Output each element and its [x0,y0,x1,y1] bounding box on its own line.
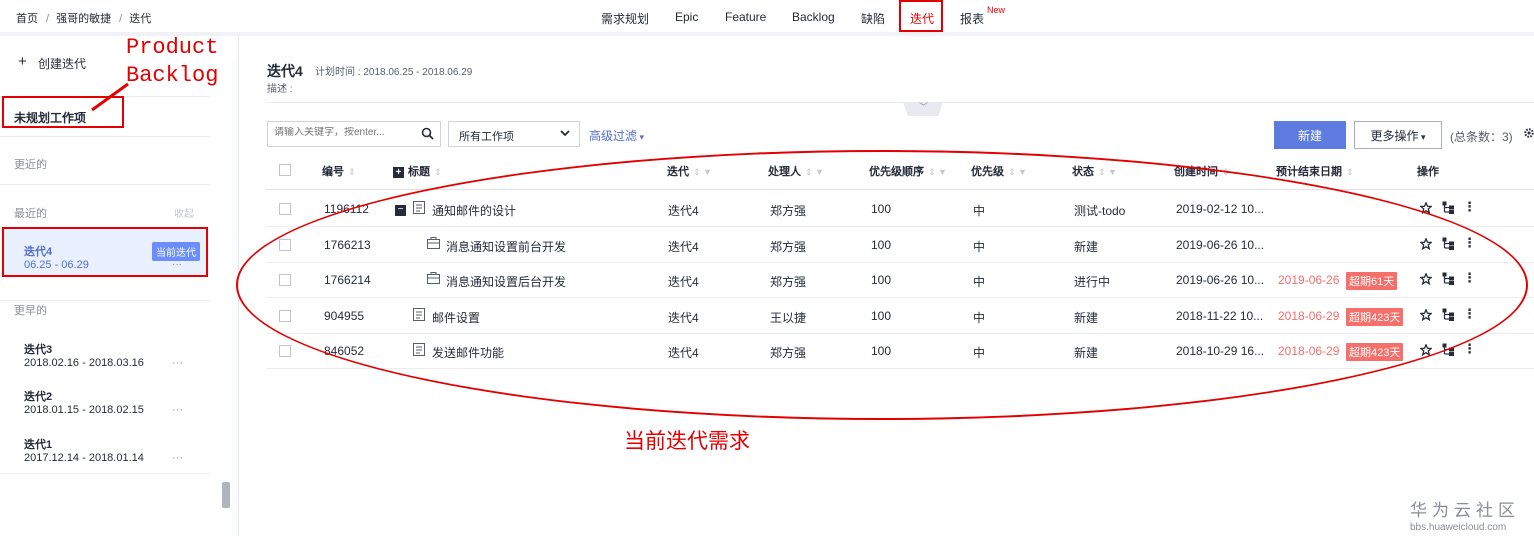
nav-item-defects[interactable]: 缺陷 [861,10,885,27]
breadcrumb: 首页 / 强哥的敏捷 / 迭代 [16,10,155,26]
caret-down-icon: ▾ [637,132,645,142]
iteration-3-name[interactable]: 迭代3 [24,341,52,357]
more-actions-button[interactable]: 更多操作 ▾ [1354,121,1442,149]
more-actions-label: 更多操作 [1370,128,1419,143]
iteration-1-range: 2017.12.14 - 2018.01.14 [24,452,144,464]
more-vertical-icon[interactable]: ⋮ [1463,199,1476,215]
nav-item-epic[interactable]: Epic [675,10,698,24]
more-icon[interactable]: ··· [172,357,183,369]
advanced-filter-label: 高级过滤 [589,129,638,143]
column-header-id[interactable]: 编号 ⇕ [322,163,356,179]
nav-item-feature[interactable]: Feature [725,10,766,24]
column-header-actions: 操作 [1417,166,1439,178]
nav-item-planning[interactable]: 需求规划 [601,10,649,27]
divider [0,184,210,185]
annotation-ellipse [236,150,1528,420]
iteration-3-range: 2018.02.16 - 2018.03.16 [24,357,144,369]
breadcrumb-home[interactable]: 首页 [16,13,38,25]
divider [0,473,210,474]
top-navigation: 首页 / 强哥的敏捷 / 迭代 需求规划 Epic Feature Backlog … [0,0,1534,32]
iteration-1-name[interactable]: 迭代1 [24,436,52,452]
watermark-title: 华为云社区 [1410,501,1520,520]
annotation-line: Backlog [126,63,219,88]
latest-section-label: 最近的 [14,208,47,220]
nav-item-reports[interactable]: 报表 [960,10,984,27]
search-input[interactable] [274,127,404,138]
search-box [267,121,441,147]
sort-icon[interactable]: ⇕ [1346,167,1354,177]
total-count: (总条数：3) [1450,130,1513,144]
work-item-type-select[interactable]: 所有工作项 [448,121,580,147]
breadcrumb-current: 迭代 [129,13,152,25]
column-label: 编号 [322,166,344,178]
more-icon[interactable]: ··· [172,404,183,416]
breadcrumb-project[interactable]: 强哥的敏捷 [56,13,111,25]
sort-icon[interactable]: ⇕ [434,167,442,177]
iteration-2-range: 2018.01.15 - 2018.02.15 [24,404,144,416]
plus-icon[interactable]: + [18,53,27,70]
expand-all-icon[interactable]: + [393,167,404,178]
iteration-description: 描述 : [267,84,293,95]
column-header-due-date[interactable]: 预计结束日期 ⇕ [1276,163,1354,179]
new-button[interactable]: 新建 [1274,121,1346,149]
current-iteration-badge: 当前迭代 [152,242,200,261]
nav-item-backlog[interactable]: Backlog [792,10,835,24]
new-badge: New [987,5,1006,15]
sort-icon[interactable]: ⇕ [348,167,356,177]
current-iteration-name: 迭代4 [24,246,53,258]
row-checkbox[interactable] [279,203,291,215]
chevron-down-icon [560,130,570,137]
divider [0,136,210,137]
annotation-arrow-icon [91,82,129,112]
breadcrumb-separator: / [119,13,123,25]
search-icon[interactable] [421,127,434,140]
product-backlog-annotation: Product Backlog [126,34,218,90]
iteration-2-name[interactable]: 迭代2 [24,388,52,404]
more-vertical-icon[interactable]: ⋮ [1463,341,1476,357]
earlier-section-label: 更早的 [14,305,47,317]
more-icon[interactable]: ··· [172,452,183,464]
divider [0,300,210,301]
iteration-title: 迭代4 [267,63,303,79]
annotation-line: Product [126,35,219,60]
active-nav-highlight [899,0,943,32]
watermark-url: bbs.huaweicloud.com [1410,522,1507,533]
hierarchy-icon[interactable] [1442,201,1455,214]
current-iteration-range: 06.25 - 06.29 [24,259,89,271]
iteration-plan-time: 计划时间 : 2018.06.25 - 2018.06.29 [315,67,473,78]
column-label: 预计结束日期 [1276,166,1342,178]
header-divider [266,102,1534,103]
sidebar-scrollbar[interactable] [232,62,238,536]
advanced-filter-link[interactable]: 高级过滤 ▾ [589,127,644,144]
header-collapse-toggle[interactable]: ﹀ [903,102,943,116]
breadcrumb-separator: / [46,13,50,25]
watermark: 华为云社区 bbs.huaweicloud.com [1410,496,1520,533]
caret-down-icon: ▾ [1418,131,1426,142]
gear-icon[interactable] [1524,127,1534,139]
select-all-checkbox[interactable] [279,164,291,176]
row-checkbox[interactable] [279,345,291,357]
sidebar-collapse-handle[interactable] [222,482,230,508]
recent-section-label: 更近的 [14,159,47,171]
column-label: 标题 [408,166,430,178]
create-iteration-button[interactable]: 创建迭代 [38,55,86,72]
column-header-title[interactable]: + 标题 ⇕ [393,163,442,179]
collapse-link[interactable]: 收起 [174,205,194,220]
work-item-type-value: 所有工作项 [459,131,514,143]
current-requirements-annotation: 当前迭代需求 [624,430,750,453]
